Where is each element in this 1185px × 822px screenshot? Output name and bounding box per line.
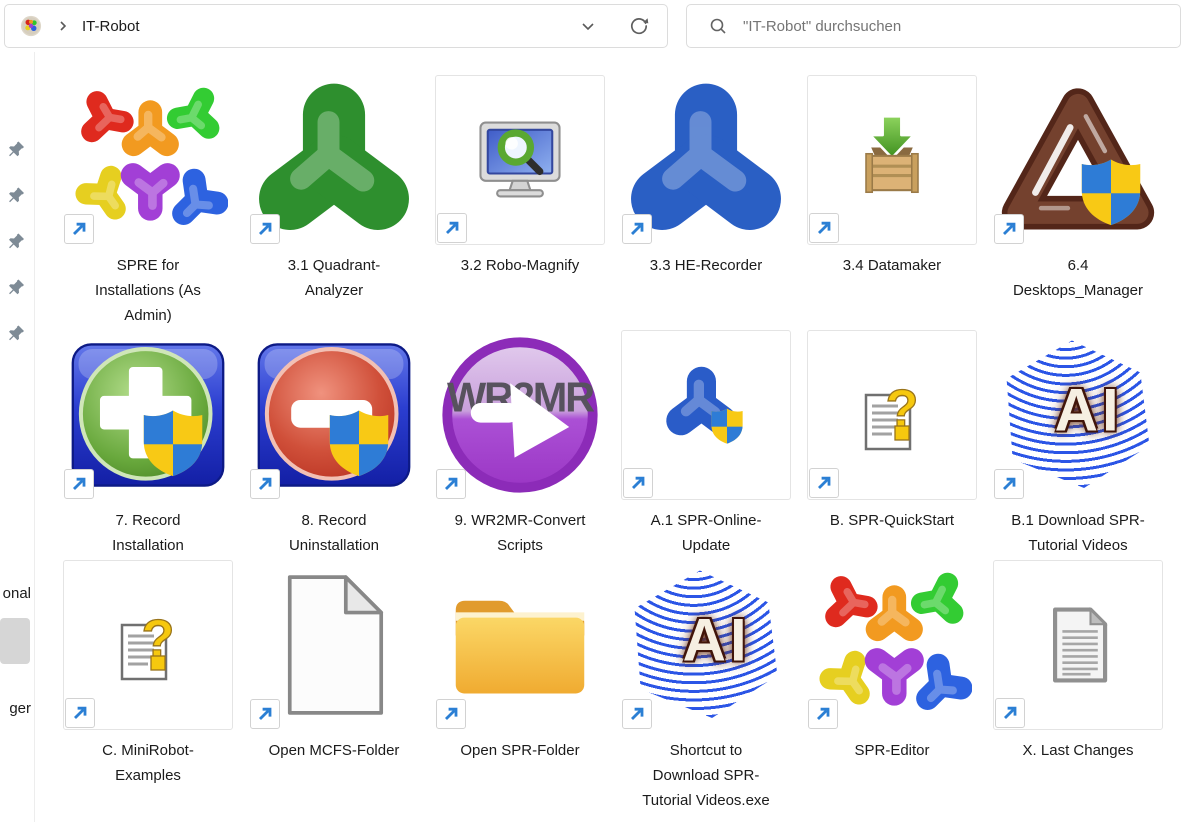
file-open-mcfs-folder[interactable]: Open MCFS-Folder	[241, 560, 427, 813]
file-spr-quickstart[interactable]: B. SPR-QuickStart	[799, 330, 985, 558]
file-label: Open SPR-Folder	[450, 738, 590, 763]
shortcut-arrow-icon	[809, 213, 839, 243]
file-list-area: SPRE for Installations (As Admin) 3.1 Qu…	[35, 52, 1185, 822]
file-quadrant-analyzer[interactable]: 3.1 Quadrant-Analyzer	[241, 75, 427, 328]
uac-shield-icon	[710, 407, 744, 445]
shortcut-arrow-icon	[250, 699, 280, 729]
tree-item-partial[interactable]: onal	[3, 585, 31, 602]
tree-item-partial[interactable]: ger	[9, 700, 31, 717]
ai-hexagon-icon: AI	[630, 569, 782, 721]
shortcut-arrow-icon	[65, 698, 95, 728]
file-label: 3.1 Quadrant-Analyzer	[264, 253, 404, 303]
file-label: Open MCFS-Folder	[264, 738, 404, 763]
file-label: 3.2 Robo-Magnify	[450, 253, 590, 278]
file-label: A.1 SPR-Online-Update	[636, 508, 776, 558]
gray-text-document-icon	[1028, 595, 1128, 695]
shortcut-arrow-icon	[64, 214, 94, 244]
shortcut-arrow-icon	[250, 214, 280, 244]
shortcut-arrow-icon	[808, 699, 838, 729]
file-label: Shortcut to Download SPR-Tutorial Videos…	[636, 738, 776, 813]
pin-icon[interactable]	[8, 278, 26, 296]
shortcut-arrow-icon	[436, 699, 466, 729]
file-last-changes[interactable]: X. Last Changes	[985, 560, 1171, 813]
address-bar[interactable]: IT-Robot	[4, 4, 668, 48]
shortcut-arrow-icon	[622, 699, 652, 729]
file-minirobot-examples[interactable]: C. MiniRobot-Examples	[55, 560, 241, 813]
uac-shield-icon	[1079, 157, 1143, 227]
shortcut-arrow-icon	[994, 469, 1024, 499]
file-open-spr-folder[interactable]: Open SPR-Folder	[427, 560, 613, 813]
file-label: 8. Record Uninstallation	[264, 508, 404, 558]
shortcut-arrow-icon	[250, 469, 280, 499]
file-label: B.1 Download SPR-Tutorial Videos	[1008, 508, 1148, 558]
toolbar: IT-Robot	[0, 0, 1185, 52]
shortcut-arrow-icon	[437, 213, 467, 243]
pin-icon[interactable]	[8, 140, 26, 158]
file-spr-editor[interactable]: SPR-Editor	[799, 560, 985, 813]
uac-shield-icon	[327, 408, 391, 478]
help-document-icon	[98, 595, 198, 695]
uac-shield-icon	[141, 408, 205, 478]
folder-app-icon	[20, 15, 42, 37]
file-record-uninstallation[interactable]: 8. Record Uninstallation	[241, 330, 427, 558]
shortcut-arrow-icon	[436, 469, 466, 499]
file-spre-for-installations[interactable]: SPRE for Installations (As Admin)	[55, 75, 241, 328]
file-label: SPRE for Installations (As Admin)	[78, 253, 218, 328]
shortcut-arrow-icon	[809, 468, 839, 498]
file-datamaker[interactable]: 3.4 Datamaker	[799, 75, 985, 328]
file-robo-magnify[interactable]: 3.2 Robo-Magnify	[427, 75, 613, 328]
search-input[interactable]	[741, 17, 1125, 36]
file-shortcut-download-spr-tutorial-videos[interactable]: AI Shortcut to Download SPR-Tutorial Vid…	[613, 560, 799, 813]
file-label: 9. WR2MR-Convert Scripts	[450, 508, 590, 558]
tree-selected-item[interactable]	[0, 618, 30, 664]
monitor-magnifier-icon	[468, 108, 572, 212]
file-label: 3.4 Datamaker	[822, 253, 962, 278]
breadcrumb[interactable]: IT-Robot	[82, 18, 140, 35]
shortcut-arrow-icon	[995, 698, 1025, 728]
pin-icon[interactable]	[8, 232, 26, 250]
blank-document-icon	[275, 571, 393, 719]
file-label: X. Last Changes	[1008, 738, 1148, 763]
file-label: 6.4 Desktops_Manager	[1008, 253, 1148, 303]
file-wr2mr-convert-scripts[interactable]: WR2MR 9. WR2MR-Convert Scripts	[427, 330, 613, 558]
refresh-icon[interactable]	[629, 16, 649, 36]
chevron-down-icon[interactable]	[579, 17, 597, 35]
pin-icon[interactable]	[8, 186, 26, 204]
shortcut-arrow-icon	[622, 214, 652, 244]
chevron-right-icon[interactable]	[55, 18, 71, 34]
pin-icon[interactable]	[8, 324, 26, 342]
shortcut-arrow-icon	[64, 469, 94, 499]
crate-download-icon	[840, 108, 944, 212]
search-icon	[708, 16, 728, 36]
icon-grid: SPRE for Installations (As Admin) 3.1 Qu…	[55, 75, 1185, 815]
file-download-spr-tutorial-videos[interactable]: AI B.1 Download SPR-Tutorial Videos	[985, 330, 1171, 558]
file-label: 7. Record Installation	[78, 508, 218, 558]
help-document-icon	[842, 365, 942, 465]
file-record-installation[interactable]: 7. Record Installation	[55, 330, 241, 558]
file-label: C. MiniRobot-Examples	[78, 738, 218, 788]
navigation-pane: onal ger	[0, 52, 35, 822]
ai-hexagon-icon: AI	[1002, 339, 1154, 491]
file-he-recorder[interactable]: 3.3 HE-Recorder	[613, 75, 799, 328]
file-desktops-manager[interactable]: 6.4 Desktops_Manager	[985, 75, 1171, 328]
search-bar[interactable]	[686, 4, 1181, 48]
shortcut-arrow-icon	[994, 214, 1024, 244]
file-label: SPR-Editor	[822, 738, 962, 763]
file-label: B. SPR-QuickStart	[822, 508, 962, 533]
file-spr-online-update[interactable]: A.1 SPR-Online-Update	[613, 330, 799, 558]
file-label: 3.3 HE-Recorder	[636, 253, 776, 278]
shortcut-arrow-icon	[623, 468, 653, 498]
